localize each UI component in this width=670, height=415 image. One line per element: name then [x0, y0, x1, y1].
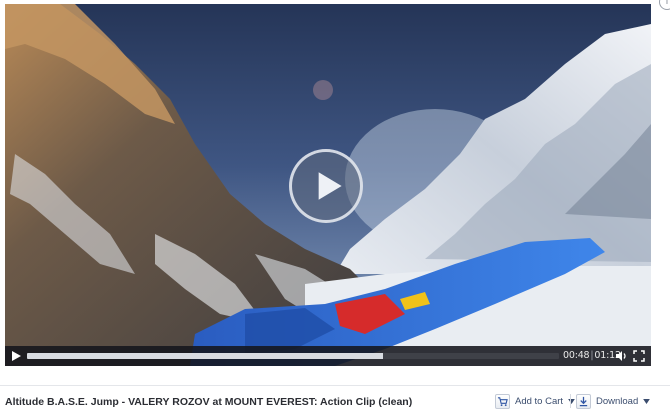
play-button[interactable] [9, 349, 23, 363]
speaker-icon [616, 351, 626, 361]
add-to-cart-button[interactable]: Add to Cart [495, 392, 575, 410]
play-overlay-button[interactable] [289, 149, 363, 223]
play-circle-icon [318, 172, 342, 200]
time-display: 00:48|01:12 [563, 350, 621, 362]
fullscreen-button[interactable] [632, 349, 646, 363]
cart-icon [495, 393, 510, 409]
caret-down-icon [643, 398, 651, 404]
progress-bar[interactable] [27, 353, 559, 359]
info-icon[interactable]: i [659, 0, 670, 10]
video-player[interactable]: 00:48|01:12 [5, 4, 651, 366]
add-to-cart-label: Add to Cart [515, 395, 564, 407]
divider [0, 385, 670, 386]
progress-played [27, 353, 384, 359]
action-separator [570, 394, 571, 408]
clip-title: Altitude B.A.S.E. Jump - VALERY ROZOV at… [5, 396, 413, 408]
download-label: Download [596, 395, 639, 407]
video-control-bar: 00:48|01:12 [5, 346, 651, 366]
download-button[interactable]: Download [576, 392, 651, 410]
time-separator: | [590, 350, 594, 361]
volume-button[interactable] [614, 349, 628, 363]
download-arrow-icon [576, 393, 591, 409]
time-current: 00:48 [563, 350, 590, 361]
play-icon [12, 351, 21, 361]
fullscreen-icon [633, 350, 645, 362]
